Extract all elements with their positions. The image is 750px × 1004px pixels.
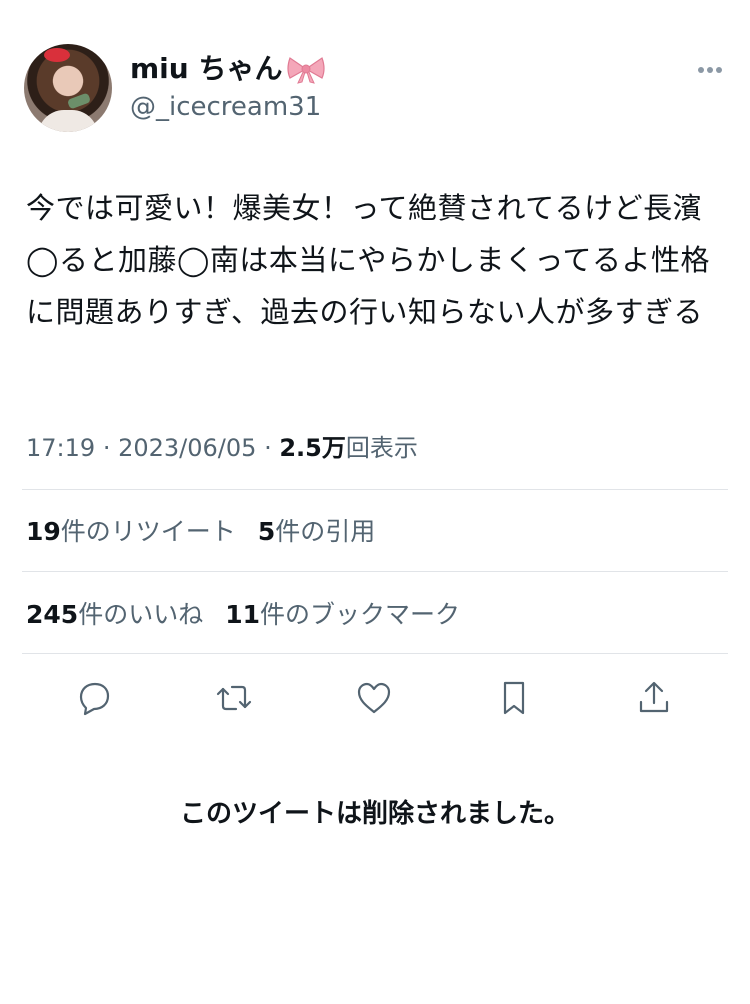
likes-label: 件のいいね xyxy=(78,600,204,629)
retweet-icon[interactable] xyxy=(206,670,262,726)
views-label: 回表示 xyxy=(345,434,418,462)
like-bookmark-stats: 245件のいいね 11件のブックマーク xyxy=(26,595,460,631)
meta-separator: · xyxy=(102,434,111,462)
retweets-label: 件のリツイート xyxy=(60,517,236,546)
tweet-meta: 17:19 · 2023/06/05 · 2.5万回表示 xyxy=(26,428,418,463)
likes-stat[interactable]: 245件のいいね xyxy=(26,600,203,629)
display-name-text: miu ちゃん xyxy=(130,52,283,85)
tweet-text: 今では可愛い！爆美女！って絶賛されてるけど長濱◯ると加藤◯南は本当にやらかしまく… xyxy=(26,191,710,329)
deleted-tweet-notice: このツイートは削除されました。 xyxy=(179,799,570,829)
divider xyxy=(22,571,728,572)
quotes-count: 5 xyxy=(257,517,276,546)
tweet-time[interactable]: 17:19 xyxy=(26,434,95,462)
bookmarks-stat[interactable]: 11件のブックマーク xyxy=(225,600,460,629)
quotes-stat[interactable]: 5件の引用 xyxy=(258,517,375,546)
author-handle[interactable]: @_icecream31 xyxy=(130,90,326,124)
avatar[interactable] xyxy=(24,44,112,132)
ribbon-emoji-icon xyxy=(286,54,326,84)
bookmarks-label: 件のブックマーク xyxy=(260,600,461,629)
reply-icon[interactable] xyxy=(66,670,122,726)
like-icon[interactable] xyxy=(346,670,402,726)
bookmarks-count: 11 xyxy=(225,600,260,629)
retweets-count: 19 xyxy=(26,517,61,546)
author-names[interactable]: miu ちゃん @_icecream31 xyxy=(130,52,326,124)
author-display-name[interactable]: miu ちゃん xyxy=(130,52,326,86)
meta-separator: · xyxy=(264,434,272,462)
more-icon[interactable] xyxy=(698,58,728,73)
bookmark-icon[interactable] xyxy=(486,670,542,726)
tweet-header: miu ちゃん @_icecream31 xyxy=(22,42,728,136)
retweets-stat[interactable]: 19件のリツイート xyxy=(26,517,236,546)
divider xyxy=(22,653,728,654)
divider xyxy=(22,489,728,490)
share-icon[interactable] xyxy=(626,670,682,726)
quotes-label: 件の引用 xyxy=(275,517,376,546)
likes-count: 245 xyxy=(26,600,79,629)
tweet-date[interactable]: 2023/06/05 xyxy=(118,434,256,462)
retweet-quote-stats: 19件のリツイート 5件の引用 xyxy=(26,512,375,548)
action-bar xyxy=(0,670,750,726)
views-count: 2.5万 xyxy=(279,434,346,462)
